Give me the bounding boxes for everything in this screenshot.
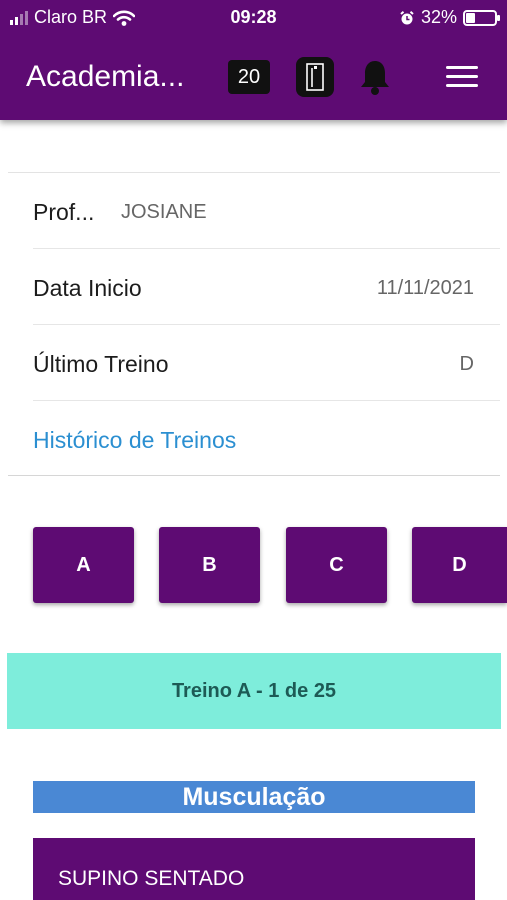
history-link[interactable]: Histórico de Treinos [33, 427, 236, 454]
start-date-label: Data Inicio [33, 275, 142, 301]
professor-value: JOSIANE [121, 201, 207, 223]
notification-count-badge[interactable]: 20 [228, 60, 270, 94]
alarm-icon [400, 10, 414, 24]
battery-fill [466, 12, 475, 23]
status-right: 32% [399, 7, 500, 28]
last-workout-value: D [459, 353, 474, 375]
workout-button-b[interactable]: B [159, 527, 260, 603]
student-info-card: Prof... JOSIANE Data Inicio 11/11/2021 Ú… [8, 172, 500, 476]
professor-row: Prof... JOSIANE [33, 173, 500, 249]
door-icon[interactable] [296, 57, 334, 97]
exercise-name: SUPINO SENTADO [58, 867, 245, 890]
top-bar: Claro BR 09:28 32% Academia... 20 [0, 0, 507, 120]
bell-icon[interactable] [357, 57, 393, 97]
workout-button-d[interactable]: D [412, 527, 507, 603]
start-date-row: Data Inicio 11/11/2021 [33, 249, 500, 325]
start-date-value: 11/11/2021 [376, 277, 474, 299]
battery-icon [463, 9, 500, 26]
status-bar: Claro BR 09:28 32% [0, 0, 507, 36]
app-bar: Academia... 20 [0, 48, 507, 108]
app-title: Academia... [26, 60, 185, 93]
workout-button-a[interactable]: A [33, 527, 134, 603]
workout-button-c[interactable]: C [286, 527, 387, 603]
section-header-musculacao: Musculação [33, 781, 475, 813]
hamburger-menu-icon[interactable] [446, 66, 478, 90]
professor-label: Prof... [33, 199, 95, 225]
last-workout-row: Último Treino D [33, 325, 500, 401]
history-link-row[interactable]: Histórico de Treinos [33, 401, 500, 477]
battery-percent: 32% [420, 7, 457, 27]
exercise-item[interactable]: SUPINO SENTADO [33, 838, 475, 900]
last-workout-label: Último Treino [33, 351, 169, 377]
current-workout-bar: Treino A - 1 de 25 [7, 653, 501, 729]
